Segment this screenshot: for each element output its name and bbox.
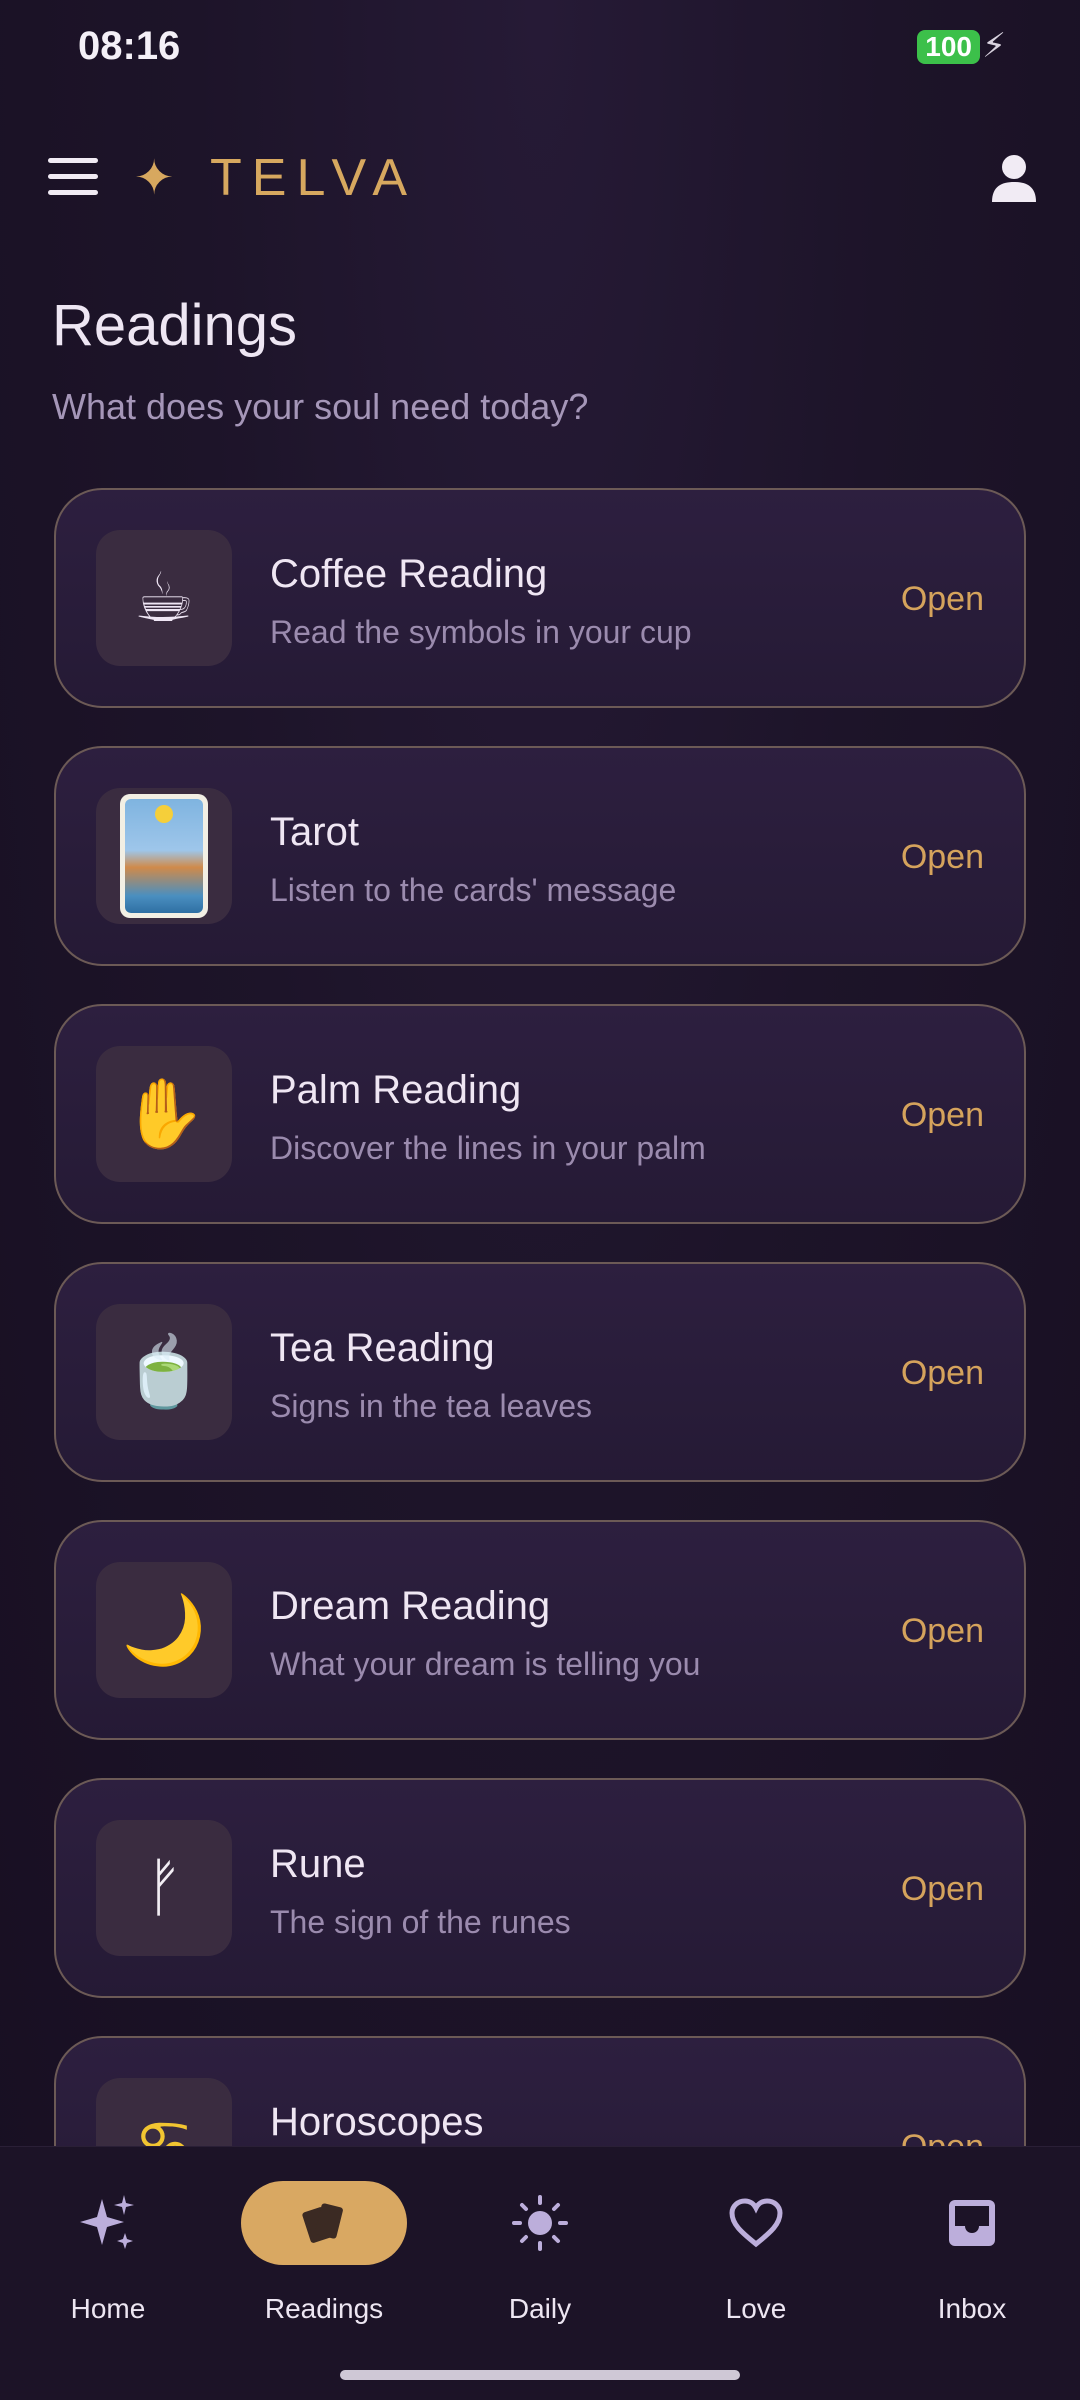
open-button[interactable]: Open xyxy=(901,1096,984,1135)
nav-label: Home xyxy=(70,2293,146,2324)
status-time: 08:16 xyxy=(78,24,181,68)
reading-card-rune[interactable]: ᚠ Rune The sign of the runes Open xyxy=(54,1778,1026,1998)
app-logo: TELVA xyxy=(210,149,418,207)
reading-card-coffee[interactable]: ☕ Coffee Reading Read the symbols in you… xyxy=(54,488,1026,708)
app-bar: ✦ TELVA xyxy=(0,130,1080,230)
inbox-icon xyxy=(889,2181,1055,2265)
open-button[interactable]: Open xyxy=(901,2128,984,2148)
open-button[interactable]: Open xyxy=(901,1354,984,1393)
reading-description: Discover the lines in your palm xyxy=(270,1130,706,1166)
reading-title: Horoscopes xyxy=(270,2100,484,2144)
reading-title: Palm Reading xyxy=(270,1068,522,1112)
menu-icon[interactable] xyxy=(48,158,98,198)
open-button[interactable]: Open xyxy=(901,580,984,619)
readings-list: ☕ Coffee Reading Read the symbols in you… xyxy=(54,488,1026,2148)
bottom-navigation: Home Readings Daily Love Inbox xyxy=(0,2146,1080,2400)
zodiac-icon: ♋ xyxy=(96,2078,232,2148)
reading-title: Dream Reading xyxy=(270,1584,551,1628)
palm-hand-icon: ✋ xyxy=(96,1046,232,1182)
reading-card-dream[interactable]: 🌙 Dream Reading What your dream is telli… xyxy=(54,1520,1026,1740)
tarot-card-icon xyxy=(96,788,232,924)
nav-inbox[interactable]: Inbox xyxy=(864,2147,1080,2377)
logo-star-icon: ✦ xyxy=(134,152,175,205)
tea-cup-icon: 🍵 xyxy=(96,1304,232,1440)
reading-description: Listen to the cards' message xyxy=(270,872,677,908)
reading-title: Coffee Reading xyxy=(270,552,548,596)
page-title: Readings xyxy=(52,293,298,358)
nav-label: Daily xyxy=(508,2293,572,2324)
nav-label: Love xyxy=(725,2293,787,2324)
reading-title: Rune xyxy=(270,1842,366,1886)
reading-title: Tarot xyxy=(270,810,359,854)
page-subtitle: What does your soul need today? xyxy=(52,386,589,427)
reading-title: Tea Reading xyxy=(270,1326,495,1370)
nav-love[interactable]: Love xyxy=(648,2147,864,2377)
nav-home[interactable]: Home xyxy=(0,2147,216,2377)
charging-icon: ⚡ xyxy=(982,27,1006,65)
reading-card-tea[interactable]: 🍵 Tea Reading Signs in the tea leaves Op… xyxy=(54,1262,1026,1482)
crescent-moon-icon: 🌙 xyxy=(96,1562,232,1698)
sun-icon xyxy=(457,2181,623,2265)
reading-card-tarot[interactable]: Tarot Listen to the cards' message Open xyxy=(54,746,1026,966)
profile-icon[interactable] xyxy=(988,152,1040,204)
reading-card-palm[interactable]: ✋ Palm Reading Discover the lines in you… xyxy=(54,1004,1026,1224)
rune-glyph: ᚠ xyxy=(144,1851,184,1925)
open-button[interactable]: Open xyxy=(901,1870,984,1909)
rune-icon: ᚠ xyxy=(96,1820,232,1956)
battery-indicator: 100 xyxy=(917,30,980,64)
home-indicator[interactable] xyxy=(340,2370,740,2380)
heart-icon xyxy=(673,2181,839,2265)
open-button[interactable]: Open xyxy=(901,838,984,877)
reading-description: Signs in the tea leaves xyxy=(270,1388,592,1424)
reading-description: The sign of the runes xyxy=(270,1904,571,1940)
reading-description: Read the symbols in your cup xyxy=(270,614,692,650)
sparkles-icon xyxy=(25,2181,191,2265)
reading-description: What your dream is telling you xyxy=(270,1646,701,1682)
cards-icon xyxy=(241,2181,407,2265)
nav-label: Readings xyxy=(264,2293,384,2324)
nav-label: Inbox xyxy=(937,2293,1007,2324)
nav-daily[interactable]: Daily xyxy=(432,2147,648,2377)
open-button[interactable]: Open xyxy=(901,1612,984,1651)
status-bar: 08:16 100 ⚡ xyxy=(0,0,1080,96)
reading-card-horoscopes[interactable]: ♋ Horoscopes Open xyxy=(54,2036,1026,2148)
coffee-cup-icon: ☕ xyxy=(96,530,232,666)
nav-readings[interactable]: Readings xyxy=(216,2147,432,2377)
